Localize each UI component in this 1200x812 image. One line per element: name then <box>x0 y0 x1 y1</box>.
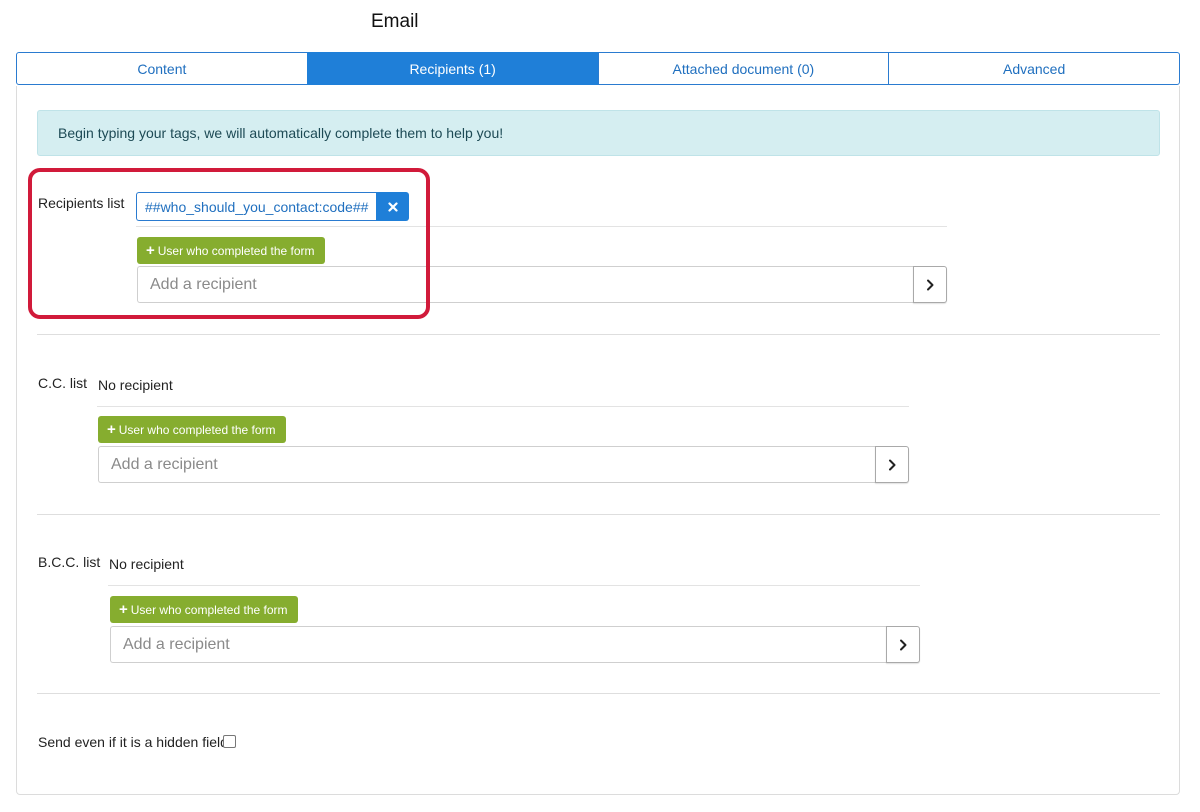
cc-divider <box>97 406 909 407</box>
bcc-add-recipient-submit-button[interactable] <box>886 626 920 663</box>
tab-content[interactable]: Content <box>16 52 308 85</box>
info-alert-text: Begin typing your tags, we will automati… <box>58 125 504 141</box>
remove-tag-button[interactable] <box>376 192 410 221</box>
plus-icon: + <box>107 421 116 438</box>
add-recipient-input[interactable] <box>137 266 913 303</box>
add-user-label: User who completed the form <box>130 602 288 617</box>
section-divider <box>37 514 1160 515</box>
recipients-input-group <box>137 266 947 303</box>
tab-bar: Content Recipients (1) Attached document… <box>16 52 1180 85</box>
chevron-right-icon <box>900 639 907 650</box>
send-hidden-field-label: Send even if it is a hidden field <box>38 734 228 750</box>
cc-add-user-who-completed-form-button[interactable]: + User who completed the form <box>98 416 286 443</box>
add-user-label: User who completed the form <box>157 243 315 258</box>
add-user-who-completed-form-button[interactable]: + User who completed the form <box>137 237 325 264</box>
plus-icon: + <box>146 242 155 259</box>
bcc-list-value: No recipient <box>109 556 184 572</box>
chevron-right-icon <box>927 279 934 290</box>
tab-advanced[interactable]: Advanced <box>888 52 1180 85</box>
page-title: Email <box>371 11 419 32</box>
bcc-input-group <box>110 626 920 663</box>
tab-attached-document[interactable]: Attached document (0) <box>597 52 890 85</box>
send-hidden-field-checkbox[interactable] <box>223 735 236 748</box>
plus-icon: + <box>119 601 128 618</box>
cc-list-label: C.C. list <box>38 375 87 391</box>
tab-recipients[interactable]: Recipients (1) <box>306 52 599 85</box>
recipient-tag-text: ##who_should_you_contact:code## <box>136 192 377 221</box>
add-recipient-submit-button[interactable] <box>913 266 947 303</box>
chevron-right-icon <box>889 459 896 470</box>
bcc-divider <box>108 585 920 586</box>
cc-add-recipient-submit-button[interactable] <box>875 446 909 483</box>
close-icon <box>388 201 398 212</box>
recipients-divider <box>136 226 947 227</box>
cc-list-value: No recipient <box>98 377 173 393</box>
section-divider <box>37 693 1160 694</box>
add-user-label: User who completed the form <box>118 422 276 437</box>
section-divider <box>37 334 1160 335</box>
bcc-list-label: B.C.C. list <box>38 554 101 570</box>
bcc-add-user-who-completed-form-button[interactable]: + User who completed the form <box>110 596 298 623</box>
bcc-add-recipient-input[interactable] <box>110 626 886 663</box>
recipient-tag: ##who_should_you_contact:code## <box>136 192 410 221</box>
info-alert: Begin typing your tags, we will automati… <box>37 110 1160 156</box>
recipients-list-label: Recipients list <box>38 195 125 211</box>
cc-input-group <box>98 446 909 483</box>
cc-add-recipient-input[interactable] <box>98 446 875 483</box>
